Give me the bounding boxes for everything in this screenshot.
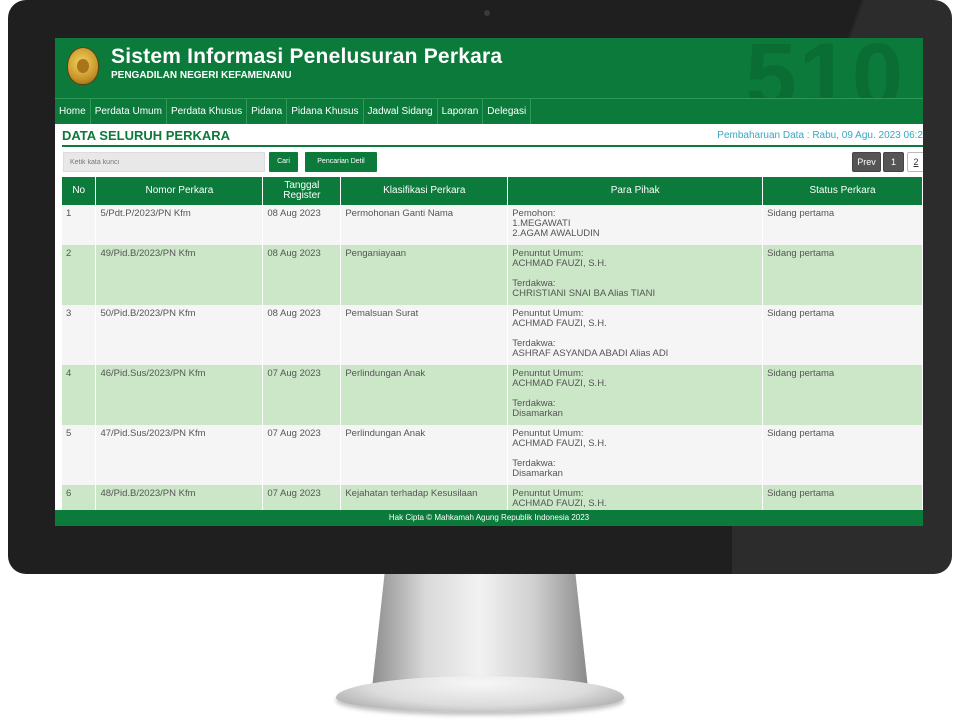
party-line: ACHMAD FAUZI, S.H. — [512, 378, 607, 389]
court-logo-icon — [67, 47, 99, 85]
browser-screen: 510 Sistem Informasi Penelusuran Perkara… — [55, 38, 923, 526]
page-title: DATA SELURUH PERKARA — [62, 128, 231, 143]
nav-item-perdata-umum[interactable]: Perdata Umum — [91, 99, 167, 124]
search-button[interactable]: Cari — [269, 152, 298, 172]
site-header: 510 Sistem Informasi Penelusuran Perkara… — [55, 38, 923, 98]
party-line: Disamarkan — [512, 408, 563, 419]
cell-nomor-perkara[interactable]: 5/Pdt.P/2023/PN Kfm — [95, 205, 264, 245]
cell-nomor-perkara[interactable]: 47/Pid.Sus/2023/PN Kfm — [95, 425, 264, 485]
webcam-icon — [484, 10, 490, 16]
table-row[interactable]: 2 49/Pid.B/2023/PN Kfm 08 Aug 2023 Pengania… — [62, 245, 923, 305]
cell-tanggal-register: 07 Aug 2023 — [262, 425, 342, 485]
cell-no: 4 — [62, 365, 97, 425]
cell-para-pihak: Penuntut Umum: ACHMAD FAUZI, S.H. Terdakwa… — [507, 365, 764, 425]
cell-no: 5 — [62, 425, 97, 485]
monitor-bezel: 510 Sistem Informasi Penelusuran Perkara… — [8, 0, 952, 574]
nav-item-jadwal-sidang[interactable]: Jadwal Sidang — [364, 99, 438, 124]
pagination-page-1[interactable]: 1 — [883, 152, 904, 172]
party-line: ACHMAD FAUZI, S.H. — [512, 258, 607, 269]
party-line: ASHRAF ASYANDA ABADI Alias ADI — [512, 348, 669, 359]
title-divider — [62, 145, 923, 147]
header-background-number: 510 — [745, 38, 905, 98]
cell-para-pihak: Penuntut Umum: ACHMAD FAUZI, S.H. Terdakwa… — [507, 425, 764, 485]
nav-item-pidana[interactable]: Pidana — [247, 99, 288, 124]
cell-para-pihak: Pemohon: 1.MEGAWATI 2.AGAM AWALUDIN — [507, 205, 764, 245]
case-table: No Nomor Perkara Tanggal Register Klasif… — [62, 177, 923, 526]
cell-klasifikasi: Permohonan Ganti Nama — [340, 205, 509, 245]
cell-status: Sidang pertama — [762, 365, 923, 425]
cell-klasifikasi: Pemalsuan Surat — [340, 305, 509, 365]
monitor-stand-neck — [372, 570, 588, 688]
column-header-tanggal-register[interactable]: Tanggal Register — [262, 177, 342, 205]
app-title: Sistem Informasi Penelusuran Perkara — [111, 45, 503, 68]
nav-item-home[interactable]: Home — [55, 99, 91, 124]
cell-nomor-perkara[interactable]: 49/Pid.B/2023/PN Kfm — [95, 245, 264, 305]
main-content: DATA SELURUH PERKARA Pembaharuan Data : … — [55, 124, 923, 526]
party-line: ACHMAD FAUZI, S.H. — [512, 438, 607, 449]
cell-tanggal-register: 07 Aug 2023 — [262, 365, 342, 425]
party-line: Disamarkan — [512, 468, 563, 479]
pagination-prev-button[interactable]: Prev — [852, 152, 881, 172]
nav-item-perdata-khusus[interactable]: Perdata Khusus — [167, 99, 248, 124]
cell-para-pihak: Penuntut Umum: ACHMAD FAUZI, S.H. Terdakwa… — [507, 305, 764, 365]
cell-para-pihak: Penuntut Umum: ACHMAD FAUZI, S.H. Terdakwa… — [507, 245, 764, 305]
table-row[interactable]: 4 46/Pid.Sus/2023/PN Kfm 07 Aug 2023 Perlin… — [62, 365, 923, 425]
cell-tanggal-register: 08 Aug 2023 — [262, 305, 342, 365]
court-name: PENGADILAN NEGERI KEFAMENANU — [111, 70, 292, 81]
column-header-klasifikasi[interactable]: Klasifikasi Perkara — [340, 177, 509, 205]
update-timestamp: Pembaharuan Data : Rabu, 09 Agu. 2023 06… — [717, 130, 923, 141]
table-header-row: No Nomor Perkara Tanggal Register Klasif… — [62, 177, 923, 205]
cell-klasifikasi: Penganiayaan — [340, 245, 509, 305]
nav-item-delegasi[interactable]: Delegasi — [483, 99, 532, 124]
party-line: ACHMAD FAUZI, S.H. — [512, 318, 607, 329]
table-row[interactable]: 5 47/Pid.Sus/2023/PN Kfm 07 Aug 2023 Perlin… — [62, 425, 923, 485]
pagination-page-2[interactable]: 2 — [907, 152, 923, 172]
cell-status: Sidang pertama — [762, 425, 923, 485]
column-header-status[interactable]: Status Perkara — [762, 177, 923, 205]
cell-status: Sidang pertama — [762, 205, 923, 245]
advanced-search-button[interactable]: Pencarian Detil — [305, 152, 377, 172]
cell-klasifikasi: Perlindungan Anak — [340, 425, 509, 485]
nav-item-pidana-khusus[interactable]: Pidana Khusus — [287, 99, 364, 124]
cell-nomor-perkara[interactable]: 46/Pid.Sus/2023/PN Kfm — [95, 365, 264, 425]
table-row[interactable]: 1 5/Pdt.P/2023/PN Kfm 08 Aug 2023 Permohona… — [62, 205, 923, 245]
column-header-para-pihak[interactable]: Para Pihak — [507, 177, 764, 205]
cell-tanggal-register: 08 Aug 2023 — [262, 205, 342, 245]
cell-no: 1 — [62, 205, 97, 245]
cell-status: Sidang pertama — [762, 305, 923, 365]
party-line: CHRISTIANI SNAI BA Alias TIANI — [512, 288, 656, 299]
nav-item-laporan[interactable]: Laporan — [438, 99, 484, 124]
site-footer: Hak Cipta © Mahkamah Agung Republik Indo… — [55, 510, 923, 526]
monitor-stand-base — [336, 676, 624, 712]
cell-nomor-perkara[interactable]: 50/Pid.B/2023/PN Kfm — [95, 305, 264, 365]
cell-no: 3 — [62, 305, 97, 365]
cell-status: Sidang pertama — [762, 245, 923, 305]
column-header-no[interactable]: No — [62, 177, 97, 205]
cell-tanggal-register: 08 Aug 2023 — [262, 245, 342, 305]
main-nav: Home Perdata Umum Perdata Khusus Pidana Pida… — [55, 98, 923, 124]
party-line: 2.AGAM AWALUDIN — [512, 228, 600, 239]
table-row[interactable]: 3 50/Pid.B/2023/PN Kfm 08 Aug 2023 Pemalsua… — [62, 305, 923, 365]
cell-no: 2 — [62, 245, 97, 305]
column-header-nomor-perkara[interactable]: Nomor Perkara — [95, 177, 264, 205]
search-input[interactable] — [63, 152, 265, 172]
party-line: ACHMAD FAUZI, S.H. — [512, 498, 607, 509]
cell-klasifikasi: Perlindungan Anak — [340, 365, 509, 425]
